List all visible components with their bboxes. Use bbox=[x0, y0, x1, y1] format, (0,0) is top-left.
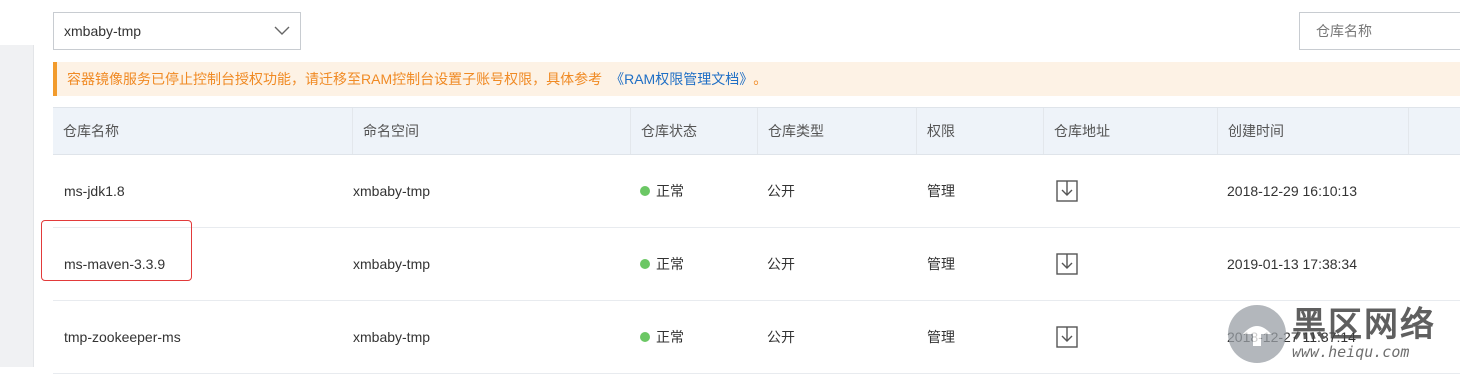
created-time-cell: 2019-01-13 17:38:34 bbox=[1227, 256, 1357, 272]
address-cell bbox=[1044, 252, 1218, 276]
download-icon[interactable] bbox=[1055, 325, 1079, 349]
status-cell: 正常 bbox=[631, 254, 758, 274]
header-namespace: 命名空间 bbox=[353, 108, 631, 154]
address-cell bbox=[1044, 179, 1218, 203]
status-text: 正常 bbox=[656, 256, 684, 272]
status-ok-dot-icon bbox=[640, 259, 650, 269]
mushroom-logo-icon bbox=[1228, 304, 1286, 363]
permission-link[interactable]: 管理 bbox=[917, 181, 1044, 201]
table-row: ms-maven-3.3.9 xmbaby-tmp 正常 公开 管理 2019-… bbox=[53, 228, 1460, 301]
watermark-url: www.heiqu.com bbox=[1292, 342, 1410, 361]
repo-search-input[interactable] bbox=[1299, 12, 1460, 50]
status-text: 正常 bbox=[656, 329, 684, 345]
notice-suffix: 。 bbox=[753, 71, 768, 87]
migration-notice-banner: 容器镜像服务已停止控制台授权功能，请迁移至RAM控制台设置子账号权限，具体参考 … bbox=[53, 62, 1460, 96]
status-cell: 正常 bbox=[631, 181, 758, 201]
type-cell: 公开 bbox=[767, 183, 795, 199]
header-repo-address: 仓库地址 bbox=[1044, 108, 1218, 154]
namespace-select[interactable]: xmbaby-tmp bbox=[53, 12, 301, 50]
site-watermark: 黑区网络 www.heiqu.com bbox=[1228, 300, 1460, 367]
status-ok-dot-icon bbox=[640, 332, 650, 342]
header-repo-status: 仓库状态 bbox=[631, 108, 758, 154]
notice-text: 容器镜像服务已停止控制台授权功能，请迁移至RAM控制台设置子账号权限，具体参考 bbox=[67, 71, 603, 87]
download-icon[interactable] bbox=[1055, 252, 1079, 276]
watermark-title: 黑区网络 bbox=[1292, 305, 1436, 344]
table-header: 仓库名称 命名空间 仓库状态 仓库类型 权限 仓库地址 创建时间 bbox=[53, 107, 1460, 155]
header-repo-type: 仓库类型 bbox=[758, 108, 917, 154]
left-sidebar-rail bbox=[0, 45, 34, 367]
header-actions bbox=[1409, 108, 1460, 154]
status-ok-dot-icon bbox=[640, 186, 650, 196]
annotation-highlight-box bbox=[41, 220, 192, 281]
namespace-cell: xmbaby-tmp bbox=[353, 183, 431, 199]
status-text: 正常 bbox=[656, 183, 684, 199]
watermark-text: 黑区网络 www.heiqu.com bbox=[1292, 307, 1436, 361]
header-created-time: 创建时间 bbox=[1218, 108, 1409, 154]
type-cell: 公开 bbox=[767, 329, 795, 345]
table-row: ms-jdk1.8 xmbaby-tmp 正常 公开 管理 2018-12-29… bbox=[53, 155, 1460, 228]
namespace-select-value: xmbaby-tmp bbox=[64, 23, 142, 39]
created-time-cell: 2018-12-29 16:10:13 bbox=[1227, 183, 1357, 199]
download-icon[interactable] bbox=[1055, 179, 1079, 203]
type-cell: 公开 bbox=[767, 256, 795, 272]
permission-link[interactable]: 管理 bbox=[917, 327, 1044, 347]
repo-name-cell[interactable]: tmp-zookeeper-ms bbox=[53, 329, 353, 345]
header-repo-name: 仓库名称 bbox=[53, 108, 353, 154]
namespace-cell: xmbaby-tmp bbox=[353, 329, 431, 345]
namespace-cell: xmbaby-tmp bbox=[353, 256, 431, 272]
header-permission: 权限 bbox=[917, 108, 1044, 154]
repo-name-cell[interactable]: ms-jdk1.8 bbox=[53, 183, 353, 199]
chevron-down-icon bbox=[274, 26, 290, 35]
permission-link[interactable]: 管理 bbox=[917, 254, 1044, 274]
status-cell: 正常 bbox=[631, 327, 758, 347]
address-cell bbox=[1044, 325, 1218, 349]
ram-doc-link[interactable]: 《RAM权限管理文档》 bbox=[610, 69, 753, 89]
